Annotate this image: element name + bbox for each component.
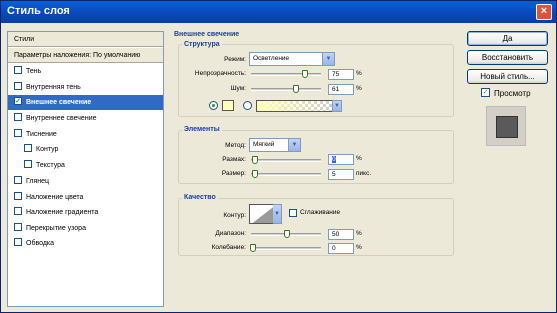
layer-style-dialog: Стиль слоя × Стили Параметры наложения: … [0, 0, 557, 313]
style-item-bevel-emboss[interactable]: Тиснение [8, 127, 163, 142]
checkbox[interactable] [14, 129, 22, 138]
size-slider[interactable] [251, 173, 321, 176]
style-item-inner-shadow[interactable]: Внутренняя тень [8, 80, 163, 95]
styles-header[interactable]: Стили [8, 32, 163, 47]
jitter-unit: % [356, 244, 362, 251]
noise-input[interactable]: 61 [328, 84, 354, 95]
noise-slider[interactable] [251, 88, 321, 91]
solid-color-radio[interactable] [209, 101, 218, 110]
preview-swatch [496, 116, 518, 138]
gradient-radio[interactable] [243, 101, 252, 110]
style-item-inner-glow[interactable]: Внутреннее свечение [8, 111, 163, 126]
structure-title: Структура [182, 41, 222, 48]
checkbox[interactable] [14, 66, 22, 75]
preview-checkbox[interactable]: ✓ [481, 88, 490, 98]
window-title: Стиль слоя [7, 5, 70, 17]
style-item-drop-shadow[interactable]: Тень [8, 64, 163, 79]
jitter-label: Колебание: [211, 244, 246, 251]
size-input[interactable]: 5 [328, 169, 354, 180]
blend-mode-select[interactable]: Осветление ▼ [249, 52, 335, 66]
checkbox[interactable] [24, 144, 32, 153]
checkbox[interactable] [14, 113, 22, 122]
gradient-dropdown[interactable]: ▼ [332, 100, 342, 112]
antialias-checkbox[interactable] [289, 209, 297, 217]
technique-select[interactable]: Мягкий ▼ [249, 138, 301, 152]
spread-slider-thumb[interactable] [252, 156, 258, 164]
new-style-button[interactable]: Новый стиль... [467, 69, 548, 84]
checkbox[interactable] [14, 238, 22, 247]
reset-button[interactable]: Восстановить [467, 50, 548, 65]
style-item-satin[interactable]: Глянец [8, 174, 163, 189]
style-item-stroke[interactable]: Обводка [8, 236, 163, 251]
contour-dropdown[interactable]: ▼ [273, 204, 282, 224]
jitter-input[interactable]: 0 [328, 243, 354, 254]
range-label: Диапазон: [215, 230, 246, 237]
style-item-contour[interactable]: Контур [8, 142, 163, 157]
spread-slider[interactable] [251, 159, 321, 162]
spread-label: Размах: [222, 156, 246, 163]
glow-color-swatch[interactable] [222, 100, 234, 111]
checkbox[interactable] [14, 176, 22, 185]
noise-label: Шум: [230, 85, 246, 92]
checkbox[interactable] [14, 207, 22, 216]
preview-toggle[interactable]: ✓ Просмотр [481, 88, 531, 98]
range-slider-thumb[interactable] [284, 230, 290, 238]
ok-button[interactable]: Да [467, 31, 548, 46]
size-label: Размер: [221, 170, 246, 177]
chevron-down-icon[interactable]: ▼ [322, 53, 334, 65]
range-unit: % [356, 230, 362, 237]
spread-input[interactable]: 0 [328, 154, 354, 165]
opacity-slider[interactable] [251, 73, 321, 76]
contour-picker[interactable] [249, 204, 275, 224]
blending-options-item[interactable]: Параметры наложения: По умолчанию [8, 48, 163, 63]
close-icon[interactable]: × [536, 4, 552, 20]
style-item-texture[interactable]: Текстура [8, 158, 163, 173]
elements-title: Элементы [182, 126, 222, 133]
opacity-label: Непрозрачность: [194, 70, 246, 77]
checkbox[interactable] [24, 160, 32, 169]
checkbox[interactable] [14, 82, 22, 91]
checkbox-checked[interactable]: ✓ [14, 97, 22, 106]
chevron-down-icon[interactable]: ▼ [273, 205, 281, 223]
style-item-gradient-overlay[interactable]: Наложение градиента [8, 205, 163, 220]
antialias-label: Сглаживание [300, 209, 341, 216]
mode-label: Режим: [224, 56, 246, 63]
size-unit: пикс. [356, 170, 372, 177]
style-item-outer-glow[interactable]: ✓ Внешнее свечение [8, 95, 163, 110]
style-item-pattern-overlay[interactable]: Перекрытие узора [8, 221, 163, 236]
opacity-input[interactable]: 75 [328, 69, 354, 80]
range-input[interactable]: 50 [328, 229, 354, 240]
jitter-slider[interactable] [251, 247, 321, 250]
noise-slider-thumb[interactable] [293, 85, 299, 93]
style-preview [486, 106, 526, 146]
chevron-down-icon[interactable]: ▼ [332, 101, 341, 111]
size-slider-thumb[interactable] [252, 170, 258, 178]
style-item-color-overlay[interactable]: Наложение цвета [8, 190, 163, 205]
method-label: Метод: [225, 142, 246, 149]
checkbox[interactable] [14, 223, 22, 232]
spread-unit: % [356, 155, 362, 162]
title-bar: Стиль слоя × [1, 1, 556, 23]
checkbox[interactable] [14, 192, 22, 201]
contour-curve-icon [252, 206, 274, 223]
jitter-slider-thumb[interactable] [250, 244, 256, 252]
quality-title: Качество [182, 194, 218, 201]
glow-gradient-picker[interactable] [256, 100, 334, 112]
styles-list: Стили Параметры наложения: По умолчанию … [7, 31, 164, 307]
noise-unit: % [356, 85, 362, 92]
section-title: Внешнее свечение [174, 31, 240, 38]
chevron-down-icon[interactable]: ▼ [288, 139, 300, 151]
opacity-slider-thumb[interactable] [302, 70, 308, 78]
contour-label: Контур: [223, 212, 246, 219]
opacity-unit: % [356, 70, 362, 77]
